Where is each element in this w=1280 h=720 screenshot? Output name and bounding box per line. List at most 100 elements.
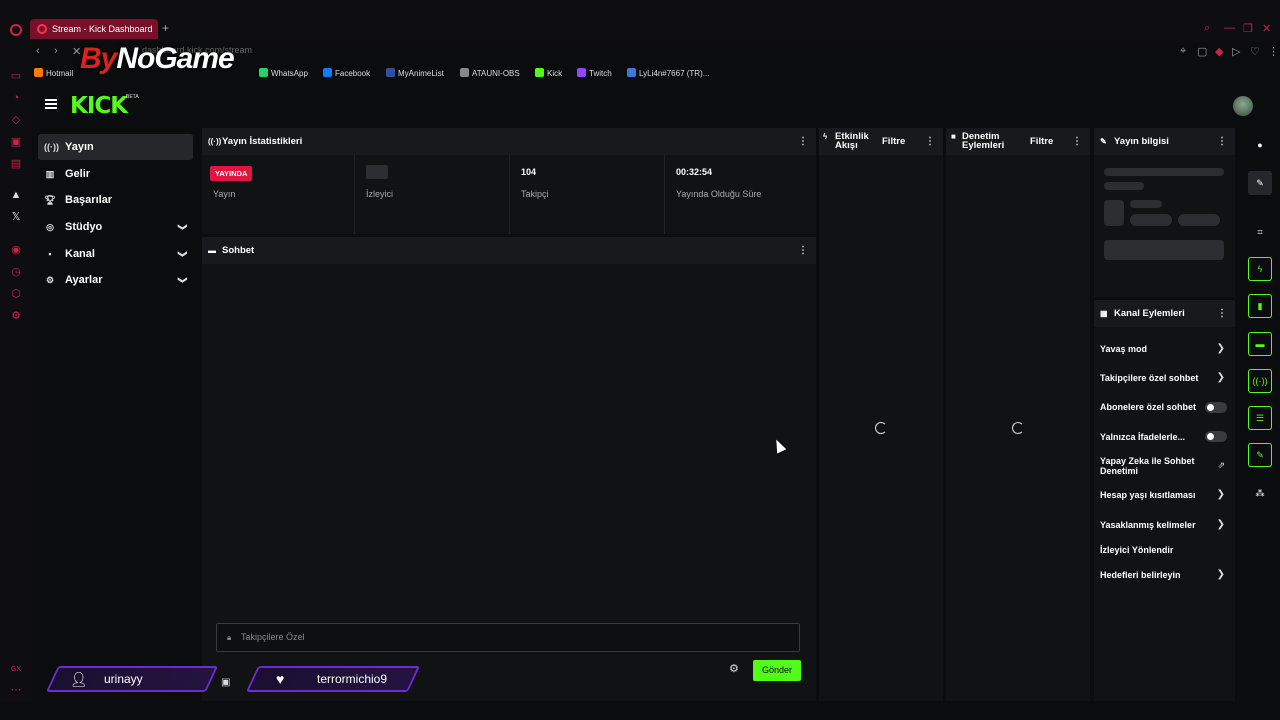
bookmark-discord[interactable]: LyLi4n#7667 (TR)...: [627, 68, 709, 78]
action-raid[interactable]: İzleyici Yönlendir: [1100, 545, 1212, 555]
send-button[interactable]: Gönder: [753, 660, 801, 681]
broadcast-icon: ((·)): [208, 137, 222, 146]
action-followers-only[interactable]: Takipçilere özel sohbet: [1100, 373, 1215, 383]
heart-icon[interactable]: ♡: [1250, 45, 1260, 58]
chevron-right-icon[interactable]: ❯: [1217, 569, 1225, 580]
user-badge: 👤︎ urinayy: [45, 666, 219, 692]
restore-icon[interactable]: ❐: [1243, 22, 1253, 35]
sidebar-icon[interactable]: ▤: [10, 158, 22, 170]
kick-logo[interactable]: KICK: [70, 93, 128, 119]
search-icon[interactable]: ⌕: [1204, 22, 1210, 35]
external-link-icon[interactable]: ⇗: [1217, 460, 1225, 471]
play-icon[interactable]: ▷: [1232, 45, 1240, 58]
chevron-right-icon[interactable]: ❯: [1217, 489, 1225, 500]
back-icon[interactable]: ‹: [36, 45, 40, 57]
kebab-menu-icon[interactable]: ⋮: [925, 128, 935, 155]
info-icon[interactable]: ●: [1248, 133, 1272, 157]
stat-duration: 00:32:54 Yayında Olduğu Süre: [665, 155, 816, 234]
history-icon[interactable]: ◷: [10, 266, 22, 278]
action-banned-words[interactable]: Yasaklanmış kelimeler: [1100, 520, 1212, 530]
action-account-age[interactable]: Hesap yaşı kısıtlaması: [1100, 490, 1212, 500]
clipboard-icon[interactable]: ▮: [1248, 294, 1272, 318]
kebab-menu-icon[interactable]: ⋮: [798, 128, 808, 155]
kebab-menu-icon[interactable]: ⋮: [798, 237, 808, 264]
chevron-right-icon[interactable]: ❯: [1217, 343, 1225, 354]
hamburger-menu-icon[interactable]: [45, 99, 57, 109]
bookmark-myanimelist[interactable]: MyAnimeList: [386, 68, 444, 78]
badge-username: urinayy: [104, 672, 143, 686]
chat-input[interactable]: 🔒︎ Takipçilere Özel: [216, 623, 800, 652]
sidebar-item-ayarlar[interactable]: ⚙ Ayarlar ❯: [38, 267, 193, 293]
broadcast-icon[interactable]: ((·)): [1248, 369, 1272, 393]
filter-button[interactable]: Filtre: [882, 128, 905, 155]
live-badge: YAYINDA: [210, 166, 253, 181]
settings-icon[interactable]: ⚙: [10, 310, 22, 322]
gx-icon[interactable]: GX: [10, 664, 22, 676]
action-ai-moderation[interactable]: Yapay Zeka ile Sohbet Denetimi: [1100, 456, 1208, 476]
action-slow-mode[interactable]: Yavaş mod: [1100, 344, 1212, 354]
minimize-icon[interactable]: —: [1224, 22, 1235, 34]
sidebar-icon[interactable]: ◉: [10, 244, 22, 256]
sidebar-item-yayin[interactable]: ((·)) Yayın: [38, 134, 193, 160]
lightning-icon[interactable]: ϟ: [1248, 257, 1272, 281]
forward-icon[interactable]: ›: [54, 45, 58, 57]
bookmark-atauni-obs[interactable]: ATAUNI-OBS: [460, 68, 520, 78]
pin-icon[interactable]: ⌖: [1180, 45, 1186, 58]
user-badge: ♥ terrormichio9: [245, 666, 421, 692]
store-icon[interactable]: ▣: [221, 677, 230, 688]
action-emote-only[interactable]: Yalnızca İfadelerle...: [1100, 432, 1212, 442]
toggle-switch[interactable]: [1205, 431, 1227, 442]
wrench-icon[interactable]: ✎: [1248, 443, 1272, 467]
sidebar-icon[interactable]: ▣: [10, 136, 22, 148]
sidebar-item-gelir[interactable]: ▥ Gelir: [38, 161, 193, 187]
sidebar-icon[interactable]: ◔: [10, 92, 22, 104]
chat-settings-icon[interactable]: ⚙: [729, 662, 739, 675]
broadcast-icon: ((·)): [44, 142, 59, 152]
kebab-menu-icon[interactable]: ⋮: [1217, 128, 1227, 155]
action-set-goals[interactable]: Hedefleri belirleyin: [1100, 570, 1212, 580]
sidebar-item-basarilar[interactable]: 🏆︎ Başarılar: [38, 187, 193, 213]
stat-value: 104: [521, 167, 537, 177]
action-subscribers-only[interactable]: Abonelere özel sohbet: [1100, 402, 1210, 412]
panel-header: ((·)) Yayın İstatistikleri ⋮: [202, 128, 816, 155]
sidebar-icon[interactable]: ◇: [10, 114, 22, 126]
more-icon[interactable]: ⋯: [10, 684, 22, 696]
menu-dots-icon[interactable]: ⋮: [1268, 45, 1279, 58]
focus-icon[interactable]: ⌗: [1248, 220, 1272, 244]
chevron-right-icon[interactable]: ❯: [1217, 519, 1225, 530]
sidebar-item-kanal[interactable]: ▪ Kanal ❯: [38, 241, 193, 267]
sidebar-icon[interactable]: ⬡: [10, 288, 22, 300]
bookmark-whatsapp[interactable]: WhatsApp: [259, 68, 308, 78]
nodes-icon[interactable]: ⁂: [1248, 481, 1272, 505]
toggle-switch[interactable]: [1205, 402, 1227, 413]
close-icon[interactable]: ✕: [1262, 22, 1271, 35]
kebab-menu-icon[interactable]: ⋮: [1217, 300, 1227, 327]
sidebar-nav: ((·)) Yayın ▥ Gelir 🏆︎ Başarılar ◎ Stüdyo ❯ ▪…: [38, 134, 193, 294]
bookmark-twitch[interactable]: Twitch: [577, 68, 612, 78]
channel-actions-panel: ▦ Kanal Eylemleri ⋮ Yavaş mod ❯ Takipçiler…: [1094, 300, 1235, 701]
kick-dashboard: KICK BETA ((·)) Yayın ▥ Gelir 🏆︎ Başarılar …: [32, 84, 1280, 702]
x-twitter-icon[interactable]: 𝕏: [10, 211, 22, 223]
sidebar-icon[interactable]: ▭: [10, 70, 22, 82]
bookmark-kick[interactable]: Kick: [535, 68, 562, 78]
chevron-right-icon[interactable]: ❯: [1217, 372, 1225, 383]
bookmark-hotmail[interactable]: Hotmail: [34, 68, 73, 78]
list-icon[interactable]: ☰: [1248, 406, 1272, 430]
chat-bubble-icon[interactable]: ▬: [1248, 332, 1272, 356]
shield-icon[interactable]: ◆: [1215, 45, 1223, 58]
filter-button[interactable]: Filtre: [1030, 128, 1053, 155]
skeleton-loader: [1130, 214, 1172, 226]
opera-gx-logo-icon[interactable]: [10, 24, 22, 36]
snapshot-icon[interactable]: ▢: [1197, 45, 1207, 58]
edit-icon[interactable]: ✎: [1248, 171, 1272, 195]
sidebar-icon[interactable]: ▲: [10, 189, 22, 201]
bookmark-facebook[interactable]: Facebook: [323, 68, 370, 78]
kebab-menu-icon[interactable]: ⋮: [1072, 128, 1082, 155]
user-avatar[interactable]: [1233, 96, 1253, 116]
panel-title: Yayın bilgisi: [1114, 136, 1169, 147]
sidebar-item-studyo[interactable]: ◎ Stüdyo ❯: [38, 214, 193, 240]
stat-label: Yayın: [213, 189, 236, 199]
skeleton-loader: [1130, 200, 1162, 208]
browser-tab-active[interactable]: Stream - Kick Dashboard: [30, 19, 158, 39]
new-tab-button[interactable]: +: [162, 21, 169, 35]
